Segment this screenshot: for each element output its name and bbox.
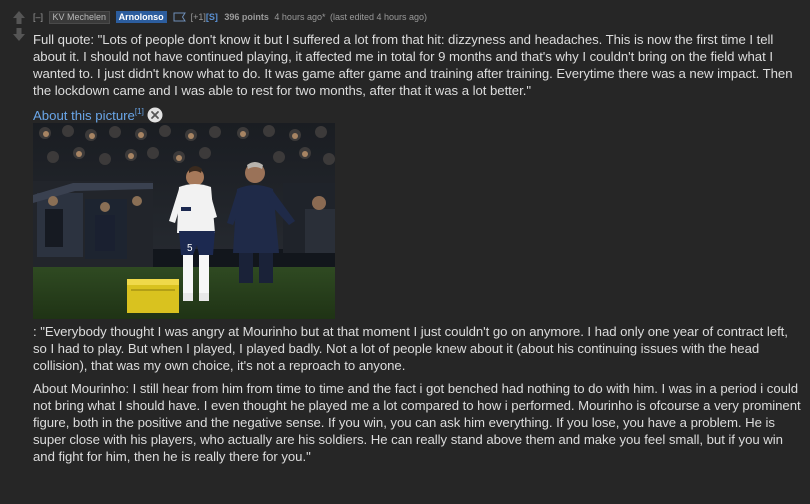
- comment: [–] KV Mechelen Arnolonso [+1][S] 396 po…: [0, 0, 810, 504]
- picture-link-row: About this picture[1]: [33, 103, 803, 123]
- paragraph-full-quote: Full quote: "Lots of people don't know i…: [33, 32, 793, 98]
- comment-score: 396 points: [224, 12, 269, 22]
- author-link[interactable]: Arnolonso: [115, 11, 167, 23]
- up-arrow-icon[interactable]: [12, 10, 26, 25]
- close-icon[interactable]: [147, 107, 163, 123]
- match-photo: 5: [33, 123, 335, 319]
- comment-body: Full quote: "Lots of people don't know i…: [33, 31, 803, 465]
- comment-time: 4 hours ago*: [274, 12, 326, 22]
- gilded-indicator: [+1][S]: [190, 12, 218, 22]
- screenshot-bottom-edge: [0, 497, 810, 504]
- comment-tagline: [–] KV Mechelen Arnolonso [+1][S] 396 po…: [33, 9, 803, 26]
- paragraph-about-mourinho: About Mourinho: I still hear from him fr…: [33, 381, 801, 464]
- user-flair: KV Mechelen: [48, 11, 111, 24]
- paragraph-mourinho-anger: : "Everybody thought I was angry at Mour…: [33, 324, 788, 373]
- edited-note: (last edited 4 hours ago): [329, 12, 428, 22]
- down-arrow-icon[interactable]: [12, 27, 26, 42]
- vote-column: [12, 10, 26, 42]
- collapse-button[interactable]: [–]: [33, 12, 43, 22]
- footnote-marker[interactable]: [1]: [135, 107, 144, 116]
- comment-entry: [–] KV Mechelen Arnolonso [+1][S] 396 po…: [33, 9, 803, 465]
- svg-text:5: 5: [187, 243, 193, 254]
- flag-icon: [173, 12, 186, 22]
- about-picture-link[interactable]: About this picture: [33, 108, 135, 123]
